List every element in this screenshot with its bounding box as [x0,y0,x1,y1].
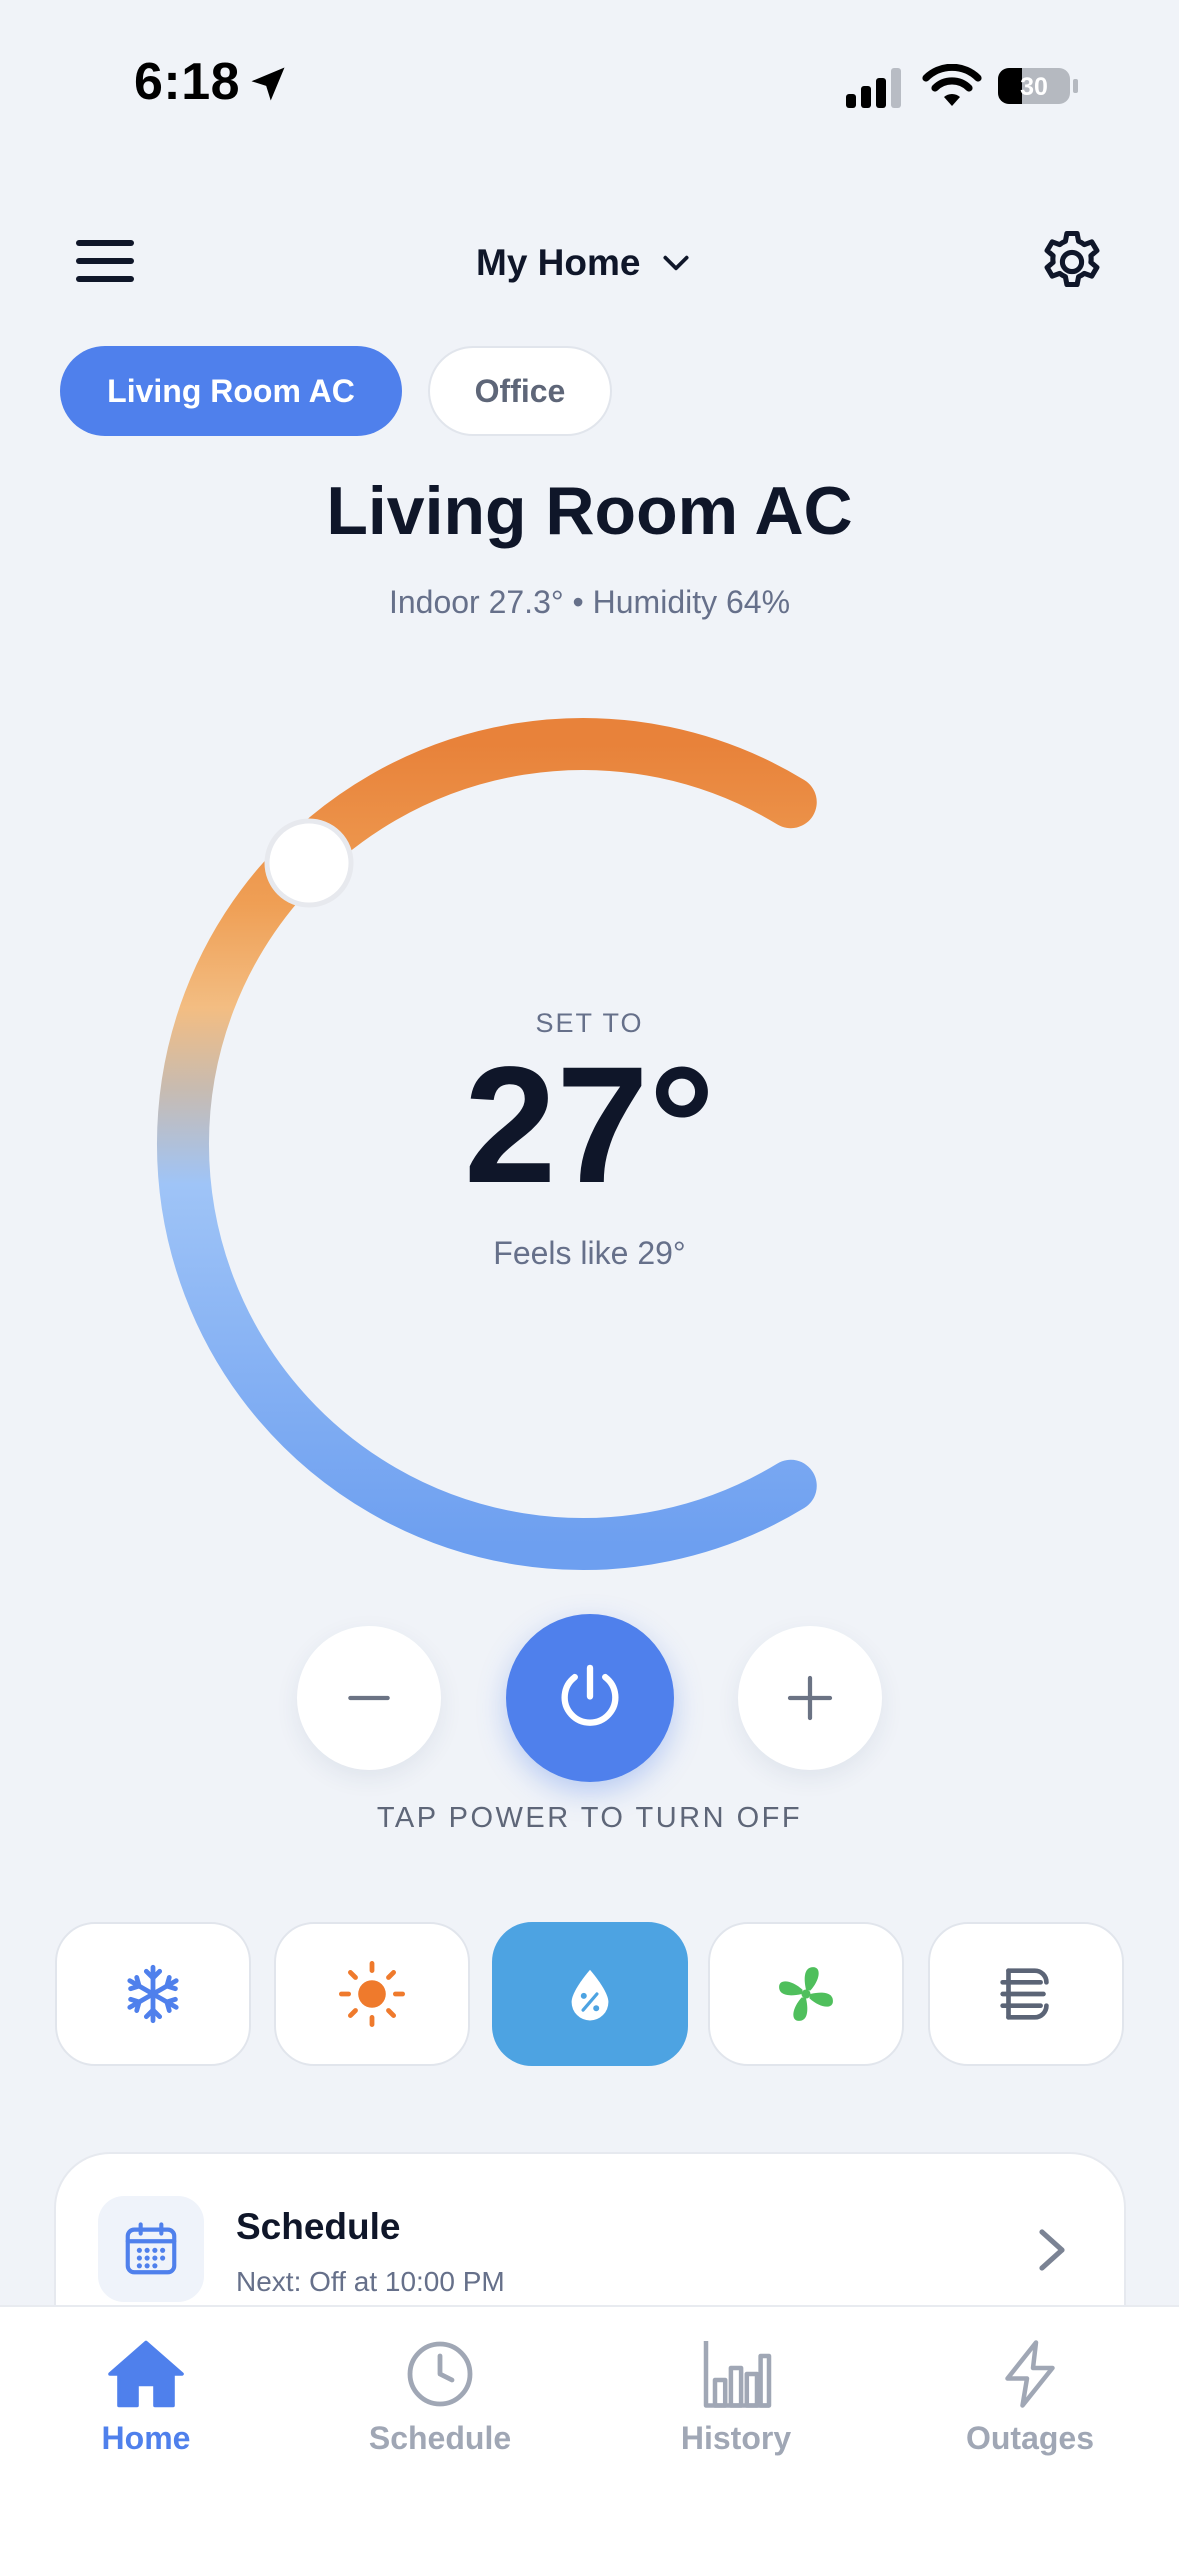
home-selector[interactable]: My Home [476,238,692,288]
mode-fan-button[interactable] [708,1922,904,2066]
cellular-signal-icon [846,68,901,108]
decrease-temp-button[interactable] [297,1626,441,1770]
nav-home[interactable]: Home [26,2338,266,2457]
battery-icon: 30 [998,68,1078,104]
device-readings: Indoor 27.3° • Humidity 64% [388,584,791,620]
mode-cool-button[interactable] [55,1922,251,2066]
humidity-drop-icon [571,1969,609,2021]
battery-level: 30 [1020,73,1048,101]
wifi-icon [922,64,982,106]
clock-icon [407,2341,473,2407]
nav-home-label: Home [101,2420,191,2456]
mode-heat-button[interactable] [274,1922,470,2066]
set-temperature: 27° [463,1033,716,1218]
power-icon [561,1664,619,1726]
home-icon [108,2340,184,2408]
nav-schedule-label: Schedule [368,2420,512,2456]
chevron-down-icon [663,255,690,271]
schedule-icon-box [98,2196,204,2302]
power-hint: TAP POWER TO TURN OFF [376,1802,803,1834]
minus-icon [348,1695,390,1701]
lightning-icon [1005,2340,1055,2408]
fan-icon [779,1967,833,2021]
status-time: 6:18 [134,53,241,111]
settings-gear-button[interactable] [1036,226,1108,298]
device-title: Living Room AC [326,473,853,549]
feels-like-label: Feels like 29° [493,1235,686,1271]
mode-dry-button[interactable] [492,1922,688,2066]
mode-auto-button[interactable] [928,1922,1124,2066]
snowflake-icon [127,1964,179,2024]
bar-chart-icon [703,2341,772,2408]
nav-history[interactable]: History [616,2338,856,2457]
power-button[interactable] [506,1614,674,1782]
sun-icon [339,1961,405,2027]
location-arrow-icon [251,67,285,101]
dial-thumb[interactable] [264,818,354,908]
chevron-right-icon [1039,2229,1065,2271]
increase-temp-button[interactable] [738,1626,882,1770]
wind-icon [1000,1968,1049,2020]
battery-indicator: 30 [996,64,1080,108]
nav-outages[interactable]: Outages [910,2338,1150,2457]
nav-history-label: History [680,2420,792,2456]
menu-button[interactable] [74,236,136,286]
schedule-title: Schedule [236,2206,401,2247]
tab-living-room-ac[interactable]: Living Room AC [60,346,402,436]
nav-schedule[interactable]: Schedule [320,2338,560,2457]
nav-outages-label: Outages [965,2420,1095,2456]
tab-office[interactable]: Office [428,346,612,436]
home-name: My Home [476,242,641,283]
calendar-icon [125,2222,177,2275]
schedule-next: Next: Off at 10:00 PM [236,2266,505,2297]
plus-icon [787,1675,833,1721]
